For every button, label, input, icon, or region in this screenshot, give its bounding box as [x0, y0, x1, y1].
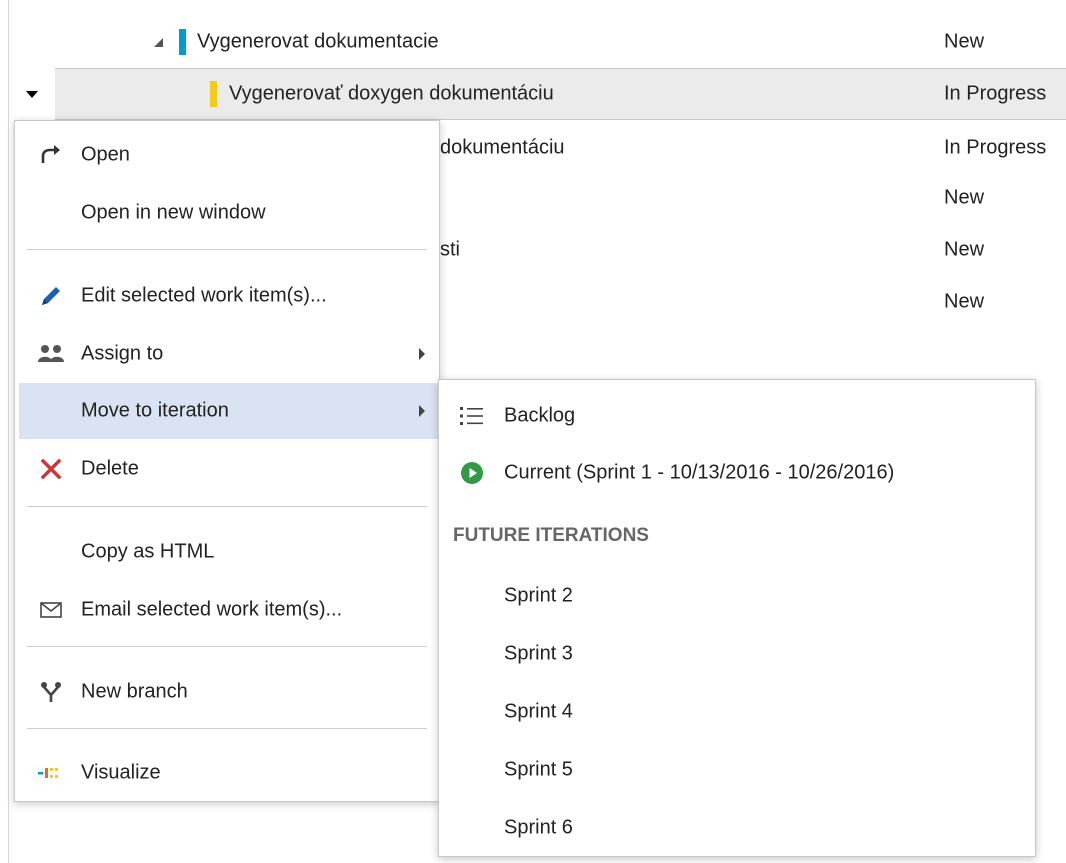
submenu-item-label: Sprint 6 — [504, 816, 573, 839]
menu-item-delete[interactable]: Delete — [19, 441, 439, 497]
row-title[interactable]: Vygenerovať doxygen dokumentáciu — [229, 83, 554, 106]
menu-item-label: New branch — [81, 680, 188, 703]
menu-item-label: Visualize — [81, 761, 161, 784]
submenu-item-sprint[interactable]: Sprint 4 — [439, 684, 1035, 740]
menu-item-edit[interactable]: Edit selected work item(s)... — [19, 268, 439, 324]
submenu-item-label: Sprint 4 — [504, 700, 573, 723]
visualize-icon — [37, 761, 65, 785]
menu-item-label: Open in new window — [81, 201, 266, 224]
row-state: New — [944, 238, 985, 261]
submenu-item-label: Backlog — [504, 404, 576, 427]
play-circle-icon — [459, 460, 485, 486]
menu-separator — [27, 249, 427, 250]
menu-item-open-new-window[interactable]: Open in new window — [19, 185, 439, 241]
menu-item-label: Open — [81, 143, 130, 166]
work-item-type-color-bar — [210, 81, 217, 107]
row-state: In Progress — [944, 82, 1047, 105]
menu-item-visualize[interactable]: Visualize — [19, 745, 439, 801]
submenu-item-label: Sprint 5 — [504, 758, 573, 781]
submenu-item-sprint[interactable]: Sprint 3 — [439, 626, 1035, 682]
submenu-item-current[interactable]: Current (Sprint 1 - 10/13/2016 - 10/26/2… — [439, 445, 1035, 501]
row-context-menu-caret-icon[interactable] — [26, 91, 38, 98]
iteration-submenu: Backlog Current (Sprint 1 - 10/13/2016 -… — [438, 379, 1036, 857]
context-menu: Open Open in new window Edit selected wo… — [14, 120, 440, 802]
menu-item-label: Edit selected work item(s)... — [81, 284, 327, 307]
redo-arrow-icon — [37, 143, 65, 167]
menu-item-new-branch[interactable]: New branch — [19, 664, 439, 720]
submenu-item-sprint[interactable]: Sprint 5 — [439, 742, 1035, 798]
menu-item-label: Email selected work item(s)... — [81, 598, 343, 621]
branch-icon — [37, 680, 65, 704]
menu-item-assign-to[interactable]: Assign to — [19, 326, 439, 382]
work-item-type-color-bar — [179, 29, 186, 55]
menu-item-copy-as-html[interactable]: Copy as HTML — [19, 524, 439, 580]
future-iterations-header: FUTURE ITERATIONS — [453, 525, 649, 546]
menu-item-move-to-iteration[interactable]: Move to iteration — [19, 383, 439, 439]
selection-highlight — [55, 68, 1066, 120]
envelope-icon — [37, 598, 65, 622]
menu-item-label: Assign to — [81, 342, 164, 365]
menu-separator — [27, 728, 427, 729]
row-title[interactable]: sti — [440, 239, 460, 262]
row-state: New — [944, 186, 985, 209]
menu-separator — [27, 646, 427, 647]
submenu-item-backlog[interactable]: Backlog — [439, 388, 1035, 444]
submenu-item-sprint[interactable]: Sprint 6 — [439, 800, 1035, 856]
backlog-row[interactable]: Vygenerovat dokumentacie New — [0, 16, 1066, 68]
backlog-row-selected[interactable]: Vygenerovať doxygen dokumentáciu In Prog… — [0, 68, 1066, 120]
row-title[interactable]: Vygenerovat dokumentacie — [197, 31, 439, 54]
submenu-item-sprint[interactable]: Sprint 2 — [439, 568, 1035, 624]
pencil-icon — [37, 284, 65, 308]
submenu-item-label: Sprint 3 — [504, 642, 573, 665]
menu-item-email[interactable]: Email selected work item(s)... — [19, 582, 439, 638]
menu-item-label: Copy as HTML — [81, 540, 215, 563]
collapse-triangle-icon[interactable] — [154, 38, 163, 47]
menu-item-label: Delete — [81, 457, 139, 480]
submenu-item-label: Sprint 2 — [504, 584, 573, 607]
people-icon — [37, 342, 65, 366]
menu-separator — [27, 506, 427, 507]
menu-item-label: Move to iteration — [81, 399, 229, 422]
submenu-item-label: Current (Sprint 1 - 10/13/2016 - 10/26/2… — [504, 461, 895, 484]
row-state: In Progress — [944, 136, 1047, 159]
list-icon — [459, 403, 485, 429]
submenu-arrow-icon — [419, 405, 425, 417]
row-title[interactable]: dokumentáciu — [440, 137, 565, 160]
submenu-arrow-icon — [419, 348, 425, 360]
row-state: New — [944, 290, 985, 313]
row-state: New — [944, 30, 985, 53]
menu-item-open[interactable]: Open — [19, 127, 439, 183]
delete-x-icon — [37, 457, 65, 481]
